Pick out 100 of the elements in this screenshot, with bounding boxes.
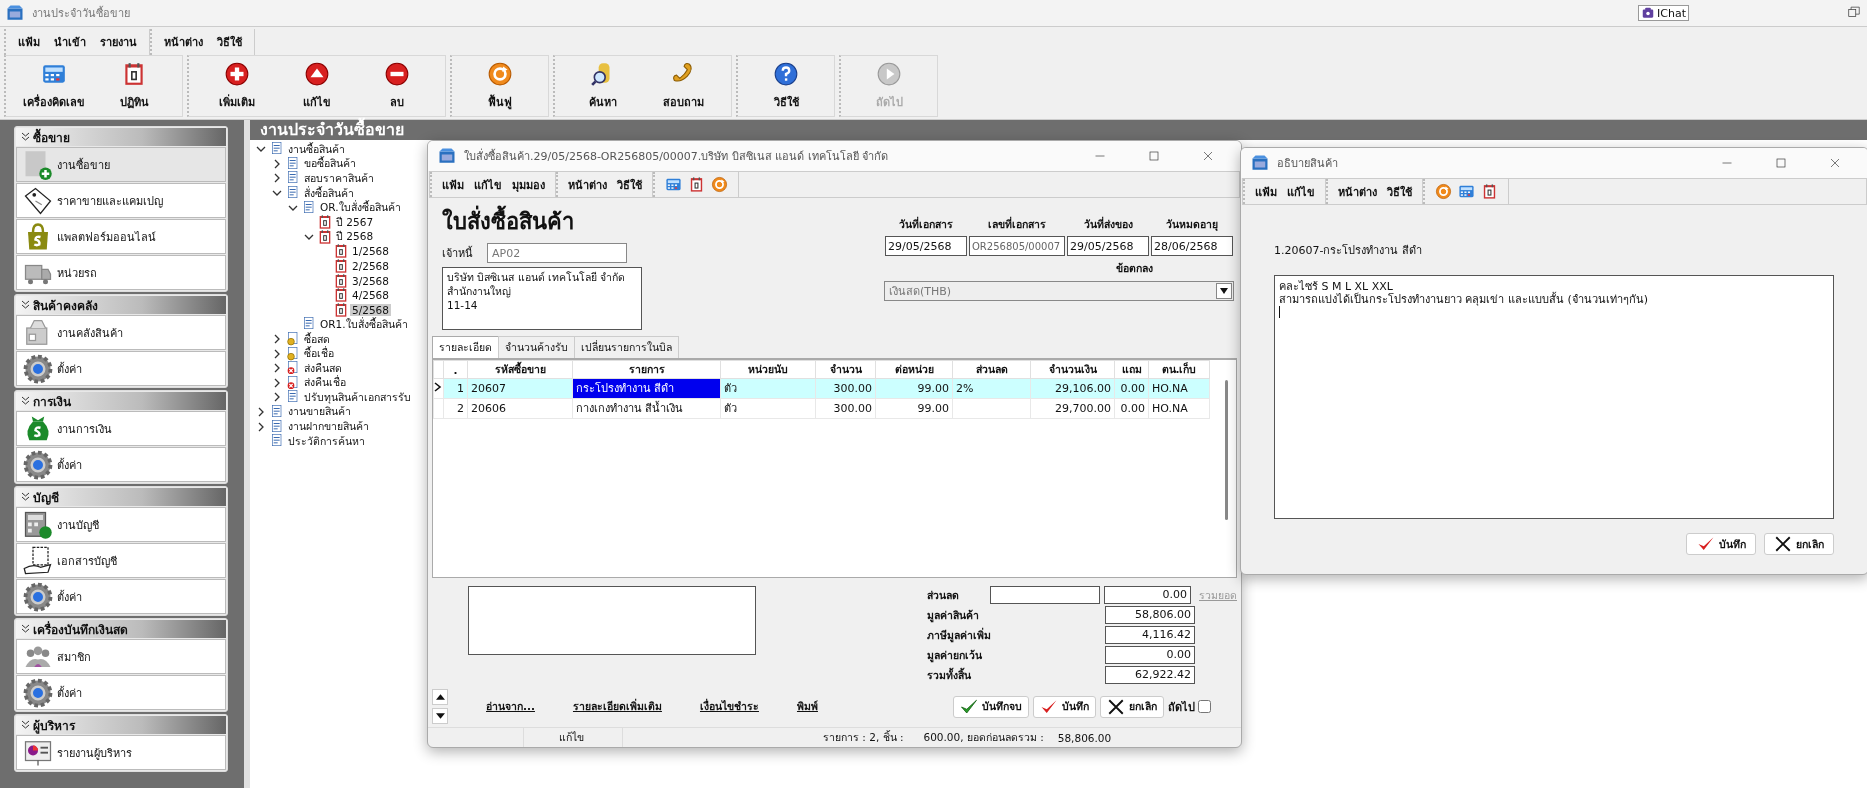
chat-button[interactable]: IChat — [1638, 5, 1689, 21]
expand-chevron-icon[interactable] — [256, 407, 266, 417]
column-header[interactable]: . — [443, 360, 468, 379]
expand-chevron-icon[interactable] — [272, 377, 282, 388]
section-header[interactable]: บัญชี — [16, 488, 226, 506]
menu-item[interactable]: หน้าต่าง — [568, 175, 607, 194]
input-field[interactable]: AP02 — [487, 243, 627, 263]
column-header[interactable]: ต่อหน่วย — [875, 360, 953, 379]
sidebar-item[interactable]: งานการเงิน — [16, 411, 226, 446]
toolbar-button[interactable]: เครื่องคิดเลข — [14, 56, 94, 116]
menu-item[interactable]: แฟ้ม — [18, 33, 40, 51]
sidebar-item[interactable]: สมาชิก — [16, 639, 226, 674]
sidebar-item[interactable]: ราคาขายและแคมเปญ — [16, 183, 226, 218]
dropdown[interactable]: เงินสด(THB) — [884, 281, 1234, 301]
sidebar-item[interactable]: งานคลังสินค้า — [16, 315, 226, 350]
input-field[interactable] — [989, 586, 1100, 605]
toolbar-button[interactable]: เพิ่มเติม — [197, 56, 277, 116]
section-header[interactable]: ซื้อขาย — [16, 128, 226, 146]
section-header[interactable]: สินค้าคงคลัง — [16, 296, 226, 314]
text-area[interactable]: คละไซร้ S M L XL XXL สามารถแบ่งได้เป็นกระโปรงทำงานยาว คลุมเข่า และแบบสั้น (จำนวนเท่าๆกัน) — [1274, 275, 1834, 519]
expand-chevron-icon[interactable] — [272, 363, 282, 374]
link[interactable]: อ่านจาก... — [486, 698, 535, 716]
column-header[interactable]: ส่วนลด — [952, 360, 1031, 379]
tree-item[interactable]: 5/2568 — [350, 303, 391, 316]
expand-chevron-icon[interactable] — [272, 392, 282, 403]
menu-item[interactable]: นำเข้า — [54, 33, 86, 51]
section-header[interactable]: ผู้บริหาร — [16, 716, 226, 734]
tree-item[interactable]: สอบราคาสินค้า — [302, 170, 376, 187]
input-field[interactable]: 29/05/2568 — [885, 236, 967, 256]
calendar-icon[interactable] — [1481, 183, 1498, 200]
sidebar-item[interactable]: เอกสารบัญชี — [16, 543, 226, 578]
tab[interactable]: เปลี่ยนรายการในบิล — [574, 336, 679, 358]
column-header[interactable]: จำนวน — [815, 360, 876, 379]
link[interactable]: พิมพ์ — [796, 698, 818, 716]
sidebar-item[interactable]: ตั้งค่า — [16, 675, 226, 710]
sidebar-item[interactable]: รายงานผู้บริหาร — [16, 735, 226, 770]
menu-item[interactable]: หน้าต่าง — [1338, 182, 1377, 201]
menu-item[interactable]: วิธีใช้ — [617, 175, 642, 194]
scroll-up-button[interactable] — [432, 689, 448, 706]
tree-item[interactable]: OR1.ใบสั่งซื้อสินค้า — [318, 315, 410, 333]
sidebar-item[interactable]: ตั้งค่า — [16, 351, 226, 386]
sidebar-item[interactable]: หน่วยรถ — [16, 255, 226, 290]
maximize-icon[interactable] — [1148, 150, 1160, 162]
menu-item[interactable]: แฟ้ม — [1255, 182, 1277, 201]
menu-item[interactable]: มุมมอง — [512, 175, 545, 194]
link[interactable]: รายละเอียดเพิ่มเติม — [572, 698, 662, 716]
menu-item[interactable]: แก้ไข — [474, 175, 502, 194]
expand-chevron-icon[interactable] — [272, 334, 282, 344]
tree-item[interactable]: งานขายสินค้า — [286, 403, 353, 421]
column-header[interactable]: จำนวนเงิน — [1030, 360, 1115, 379]
column-header[interactable]: ตน.เก็บ — [1148, 360, 1210, 379]
button[interactable]: บันทึก — [1686, 533, 1756, 555]
calendar-icon[interactable] — [688, 176, 705, 193]
sidebar-item[interactable]: งานบัญชี — [16, 507, 226, 542]
calculator-icon[interactable] — [665, 176, 682, 193]
tree-item[interactable]: 1/2568 — [350, 245, 391, 258]
expand-chevron-icon[interactable] — [272, 158, 282, 169]
close-icon[interactable] — [1829, 157, 1841, 169]
tree-item[interactable]: ปี 2568 — [334, 228, 376, 246]
input-field[interactable]: 28/06/2568 — [1151, 236, 1233, 256]
expand-chevron-icon[interactable] — [272, 173, 282, 184]
checkbox[interactable] — [1198, 700, 1211, 714]
column-header[interactable]: รายการ — [572, 360, 721, 379]
tree-item[interactable]: 2/2568 — [350, 260, 391, 273]
button[interactable]: บันทึกจบ — [953, 695, 1029, 718]
button[interactable]: ยกเลิก — [1764, 533, 1834, 555]
menu-item[interactable]: หน้าต่าง — [164, 33, 203, 51]
calculator-icon[interactable] — [1458, 183, 1475, 200]
tree-item[interactable]: ขอซื้อสินค้า — [302, 155, 358, 173]
input-field[interactable]: 29/05/2568 — [1067, 236, 1149, 256]
sidebar-item[interactable]: งานซื้อขาย — [16, 147, 226, 182]
expand-chevron-icon[interactable] — [256, 421, 266, 432]
tree-item[interactable]: 4/2568 — [350, 289, 391, 302]
toolbar-button[interactable]: ค้นหา — [563, 56, 643, 116]
column-header[interactable]: รหัสซื้อขาย — [467, 360, 573, 379]
section-header[interactable]: เครื่องบันทึกเงินสด — [16, 620, 226, 638]
scrollbar-thumb[interactable] — [1225, 380, 1228, 520]
menu-item[interactable]: วิธีใช้ — [217, 33, 242, 51]
section-header[interactable]: การเงิน — [16, 392, 226, 410]
scroll-down-button[interactable] — [432, 708, 448, 725]
menu-item[interactable]: แฟ้ม — [442, 175, 464, 194]
button[interactable]: บันทึก — [1033, 695, 1096, 718]
menu-item[interactable]: วิธีใช้ — [1387, 182, 1412, 201]
refresh-icon[interactable] — [711, 176, 728, 193]
menu-item[interactable]: แก้ไข — [1287, 182, 1315, 201]
close-icon[interactable] — [1202, 150, 1214, 162]
sidebar-item[interactable]: ตั้งค่า — [16, 579, 226, 614]
toolbar-button[interactable]: แก้ไข — [277, 56, 357, 116]
maximize-icon[interactable] — [1775, 157, 1787, 169]
toolbar-button[interactable]: ลบ — [357, 56, 437, 116]
sidebar-item[interactable]: ตั้งค่า — [16, 447, 226, 482]
menu-item[interactable]: รายงาน — [100, 33, 137, 51]
link[interactable]: เงื่อนไขชำระ — [699, 698, 759, 716]
column-header[interactable]: หน่วยนับ — [720, 360, 816, 379]
tree-item[interactable]: 3/2568 — [350, 274, 391, 287]
expand-chevron-icon[interactable] — [272, 348, 282, 359]
toolbar-button[interactable]: สอบถาม — [643, 56, 723, 116]
tab[interactable]: จำนวนค้างรับ — [498, 336, 575, 358]
column-header[interactable]: แถม — [1114, 360, 1149, 379]
toolbar-button[interactable]: ปฏิทิน — [94, 56, 174, 116]
